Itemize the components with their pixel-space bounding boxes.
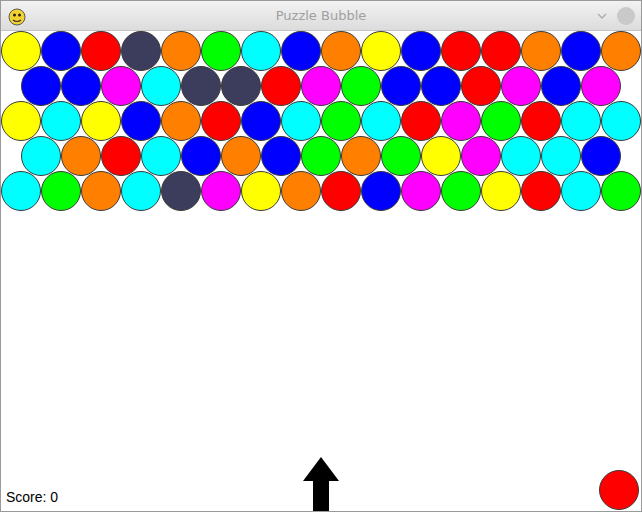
bubble [121,171,161,211]
bubble [421,66,461,106]
bubble [601,171,641,211]
bottom-bar: Score: 0 [1,457,641,511]
bubble [461,66,501,106]
bubble [341,136,381,176]
bubble [521,31,561,71]
bubble [521,101,561,141]
bubble [541,66,581,106]
bubble [21,66,61,106]
bubble [441,171,481,211]
bubble [41,101,81,141]
bubble [321,31,361,71]
bubble [61,136,101,176]
bubble [301,66,341,106]
bubble [321,101,361,141]
bubble [401,101,441,141]
bubble [561,101,601,141]
bubble [481,31,521,71]
bubble [481,101,521,141]
bubble [441,31,481,71]
bubble [241,31,281,71]
bubble [461,136,501,176]
bubble [141,66,181,106]
bubble [361,171,401,211]
bubble [261,66,301,106]
bubble [201,171,241,211]
game-window: Puzzle Bubble Score: 0 [0,0,642,512]
bubble [161,31,201,71]
next-bubble [599,470,639,510]
bubble [161,171,201,211]
bubble [141,136,181,176]
bubble [1,101,41,141]
bubble [181,66,221,106]
bubble [421,136,461,176]
bubble [181,136,221,176]
bubble-row [1,101,641,141]
bubble [1,171,41,211]
bubble [341,66,381,106]
window-title: Puzzle Bubble [276,6,367,26]
bubble [221,66,261,106]
bubble [41,31,81,71]
bubble [561,171,601,211]
close-button[interactable] [617,7,635,25]
bubble [581,66,621,106]
bubble [21,136,61,176]
bubble [121,31,161,71]
bubble [401,31,441,71]
bubble [1,31,41,71]
bubble [401,171,441,211]
bubble [121,101,161,141]
bubble [381,136,421,176]
bubble [361,31,401,71]
bubble [361,101,401,141]
score-label: Score: 0 [1,489,303,511]
app-snake-icon [7,6,27,26]
bubble [81,171,121,211]
bubble [221,136,261,176]
bubble [81,101,121,141]
bubble [201,101,241,141]
bubble [81,31,121,71]
bubble [381,66,421,106]
title-bar: Puzzle Bubble [1,1,641,31]
bubble [261,136,301,176]
bubble [601,101,641,141]
bubble-row [1,171,641,211]
bubble [281,101,321,141]
bubble [501,66,541,106]
bubble [441,101,481,141]
bubble [521,171,561,211]
bubble-grid [1,31,641,211]
bubble-row [1,31,641,71]
bubble [241,101,281,141]
bubble [201,31,241,71]
bubble [241,171,281,211]
bubble-row [1,136,641,176]
bubble [601,31,641,71]
bubble [561,31,601,71]
bubble [321,171,361,211]
bubble [301,136,341,176]
bubble [581,136,621,176]
bubble [281,31,321,71]
bubble [541,136,581,176]
bubble [161,101,201,141]
bubble-row [1,66,641,106]
bubble [61,66,101,106]
bubble [101,66,141,106]
launcher-arrow-icon[interactable] [303,457,339,511]
game-stage: Score: 0 [1,31,641,511]
bubble [481,171,521,211]
bubble [501,136,541,176]
bubble [41,171,81,211]
bubble [281,171,321,211]
minimize-chevron-icon[interactable] [595,9,609,23]
bubble [101,136,141,176]
